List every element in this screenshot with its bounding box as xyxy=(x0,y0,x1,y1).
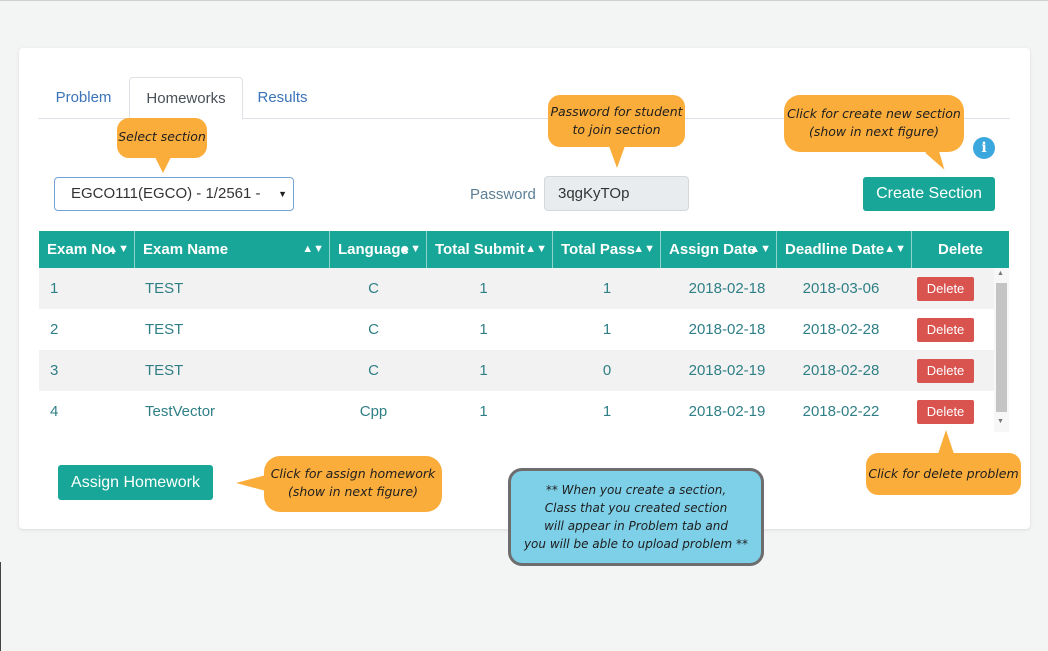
delete-button[interactable]: Delete xyxy=(917,359,974,383)
header-label: Total Submit xyxy=(435,241,525,258)
tab-results[interactable]: Results xyxy=(241,77,324,117)
sort-icon: ▲▼ xyxy=(749,243,771,255)
cell-assign-date: 2018-02-19 xyxy=(688,362,766,379)
cell-exam-name[interactable]: TEST xyxy=(145,268,183,309)
section-select[interactable]: EGCO111(EGCO) - 1/2561 - ▼ xyxy=(54,177,294,211)
callout-select-section: Select section xyxy=(117,118,207,158)
cell-exam-name[interactable]: TEST xyxy=(145,350,183,391)
note-text: ** When you create a section, xyxy=(545,483,727,497)
callout-assign-homework: Click for assign homework (show in next … xyxy=(264,456,442,512)
header-label: Total Pass xyxy=(561,241,635,258)
table-row: 1 TEST C 1 1 2018-02-18 2018-03-06 Delet… xyxy=(39,268,994,309)
header-label: Exam Name xyxy=(143,241,229,258)
delete-button[interactable]: Delete xyxy=(917,277,974,301)
cell-assign-date: 2018-02-18 xyxy=(688,321,766,338)
scroll-up-arrow-icon[interactable]: ▲ xyxy=(997,270,1004,277)
cell-exam-no: 1 xyxy=(50,280,59,297)
callout-password: Password for student to join section xyxy=(548,95,685,147)
cell-total-pass: 0 xyxy=(602,362,612,379)
callout-delete: Click for delete problem xyxy=(866,453,1021,495)
info-note: ** When you create a section, Class that… xyxy=(508,468,764,566)
callout-text: Select section xyxy=(118,129,206,144)
sort-icon: ▲▼ xyxy=(633,243,655,255)
sort-icon: ▲▼ xyxy=(399,243,421,255)
table-row: 2 TEST C 1 1 2018-02-18 2018-02-28 Delet… xyxy=(39,309,994,350)
header-exam-name[interactable]: Exam Name ▲▼ xyxy=(135,231,330,268)
header-language[interactable]: Language ▲▼ xyxy=(330,231,427,268)
callout-text: Password for student xyxy=(550,104,683,119)
sort-icon: ▲▼ xyxy=(525,243,547,255)
cell-deadline-date: 2018-03-06 xyxy=(802,280,880,297)
top-border xyxy=(0,0,1048,1)
cell-total-pass: 1 xyxy=(602,321,612,338)
cell-total-submit: 1 xyxy=(479,403,488,420)
header-total-pass[interactable]: Total Pass ▲▼ xyxy=(553,231,661,268)
cell-total-submit: 1 xyxy=(479,321,488,338)
header-total-submit[interactable]: Total Submit ▲▼ xyxy=(427,231,553,268)
tab-problem[interactable]: Problem xyxy=(38,77,129,117)
cell-total-pass: 1 xyxy=(602,403,612,420)
callout-text: (show in next figure) xyxy=(808,124,940,139)
cell-exam-no: 3 xyxy=(50,362,59,379)
cell-total-pass: 1 xyxy=(602,280,612,297)
cell-language: C xyxy=(368,280,379,297)
left-edge-line xyxy=(0,562,1,651)
callout-pointer xyxy=(155,157,171,173)
cell-total-submit: 1 xyxy=(479,362,488,379)
delete-button[interactable]: Delete xyxy=(917,318,974,342)
delete-button[interactable]: Delete xyxy=(917,400,974,424)
header-label: Deadline Date xyxy=(785,241,885,258)
callout-text: Click for assign homework xyxy=(270,466,436,481)
note-text: Class that you created section xyxy=(544,501,728,515)
password-field[interactable]: 3qgKyTOp xyxy=(544,176,689,211)
sort-icon: ▲▼ xyxy=(107,243,129,255)
header-assign-date[interactable]: Assign Date ▲▼ xyxy=(661,231,777,268)
header-label: Assign Date xyxy=(669,241,756,258)
cell-total-submit: 1 xyxy=(479,280,488,297)
password-label: Password xyxy=(470,186,536,203)
callout-pointer xyxy=(609,146,625,168)
cell-language: Cpp xyxy=(359,403,388,420)
scroll-down-arrow-icon[interactable]: ▼ xyxy=(997,418,1004,425)
scrollbar-thumb[interactable] xyxy=(996,283,1007,412)
note-text: will appear in Problem tab and xyxy=(544,519,728,533)
cell-assign-date: 2018-02-18 xyxy=(688,280,766,297)
note-text: you will be able to upload problem ** xyxy=(523,537,749,551)
cell-deadline-date: 2018-02-28 xyxy=(802,362,880,379)
cell-language: C xyxy=(368,362,379,379)
sort-icon: ▲▼ xyxy=(302,243,324,255)
create-section-button[interactable]: Create Section xyxy=(863,177,995,211)
assign-homework-button[interactable]: Assign Homework xyxy=(58,465,213,500)
tab-homeworks[interactable]: Homeworks xyxy=(129,77,243,120)
table-row: 4 TestVector Cpp 1 1 2018-02-19 2018-02-… xyxy=(39,391,994,432)
callout-create-section: Click for create new section (show in ne… xyxy=(784,95,964,152)
section-select-value: EGCO111(EGCO) - 1/2561 - xyxy=(71,185,261,202)
callout-text: Click for delete problem xyxy=(868,466,1019,481)
callout-pointer xyxy=(938,430,954,454)
sort-icon: ▲▼ xyxy=(884,243,906,255)
callout-pointer xyxy=(236,475,266,491)
header-exam-no[interactable]: Exam No. ▲▼ xyxy=(39,231,135,268)
cell-exam-name[interactable]: TEST xyxy=(145,309,183,350)
header-label: Exam No. xyxy=(47,241,116,258)
table-header: Exam No. ▲▼ Exam Name ▲▼ Language ▲▼ Total … xyxy=(39,231,1009,268)
callout-text: to join section xyxy=(572,122,661,137)
header-deadline-date[interactable]: Deadline Date ▲▼ xyxy=(777,231,912,268)
callout-text: (show in next figure) xyxy=(287,484,419,499)
table-row: 3 TEST C 1 0 2018-02-19 2018-02-28 Delet… xyxy=(39,350,994,391)
cell-deadline-date: 2018-02-28 xyxy=(802,321,880,338)
header-delete: Delete xyxy=(937,241,984,258)
info-icon[interactable]: i xyxy=(973,137,995,159)
cell-exam-no: 4 xyxy=(50,403,59,420)
cell-exam-name[interactable]: TestVector xyxy=(145,391,215,432)
header-label: Language xyxy=(338,241,409,258)
cell-exam-no: 2 xyxy=(50,321,59,338)
cell-assign-date: 2018-02-19 xyxy=(688,403,766,420)
cell-language: C xyxy=(368,321,379,338)
cell-deadline-date: 2018-02-22 xyxy=(802,403,880,420)
callout-text: Click for create new section xyxy=(787,106,961,121)
chevron-down-icon: ▼ xyxy=(278,189,287,199)
